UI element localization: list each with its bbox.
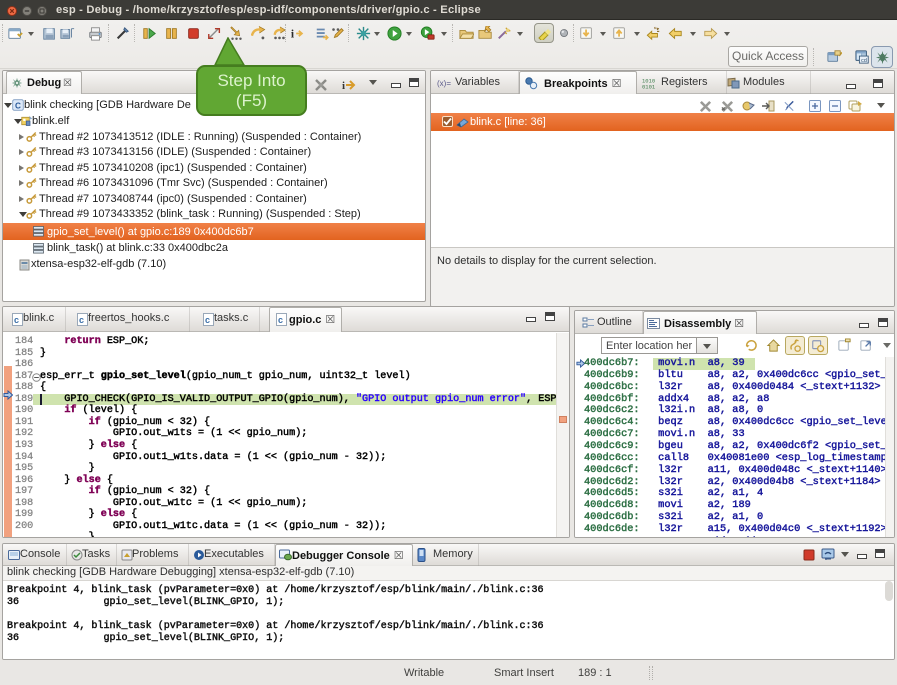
svg-text:C: C [15, 101, 21, 110]
svg-text:c: c [79, 315, 84, 325]
svg-text:(x)=: (x)= [437, 79, 451, 88]
svg-text:0101: 0101 [642, 84, 655, 90]
svg-text:i: i [291, 28, 295, 40]
svg-text:c: c [205, 315, 210, 325]
svg-text:cd: cd [861, 58, 867, 64]
svg-text:c: c [278, 315, 283, 325]
svg-text:i: i [342, 80, 345, 92]
svg-text:c: c [14, 315, 19, 325]
